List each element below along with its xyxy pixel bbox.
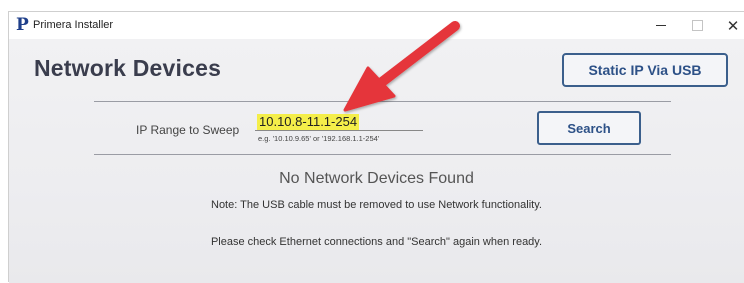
usb-note: Note: The USB cable must be removed to u…	[211, 199, 542, 211]
maximize-button[interactable]	[679, 12, 715, 39]
minimize-button[interactable]	[643, 12, 679, 39]
maximize-icon	[691, 20, 703, 31]
title-bar: P Primera Installer ✕	[9, 12, 744, 39]
ip-range-value: 10.10.8-11.1-254	[257, 114, 360, 130]
no-devices-message: No Network Devices Found	[279, 170, 474, 187]
minimize-icon	[656, 25, 666, 26]
close-button[interactable]: ✕	[715, 12, 744, 39]
main-content: Network Devices Static IP Via USB IP Ran…	[9, 39, 744, 283]
app-logo-icon: P	[16, 15, 29, 35]
static-ip-button[interactable]: Static IP Via USB	[562, 53, 728, 87]
installer-window: P Primera Installer ✕ Network Devices St…	[8, 11, 744, 283]
ip-range-input[interactable]: 10.10.8-11.1-254	[255, 114, 423, 131]
close-icon: ✕	[726, 17, 740, 35]
window-title: Primera Installer	[33, 19, 114, 31]
ip-range-label: IP Range to Sweep	[136, 123, 240, 137]
page-title: Network Devices	[34, 55, 222, 81]
ethernet-check-message: Please check Ethernet connections and "S…	[210, 236, 543, 248]
divider-bottom	[94, 154, 671, 155]
ip-range-hint: e.g. '10.10.9.65' or '192.168.1.1-254'	[258, 134, 380, 143]
search-button[interactable]: Search	[537, 111, 641, 145]
divider-top	[94, 101, 671, 102]
